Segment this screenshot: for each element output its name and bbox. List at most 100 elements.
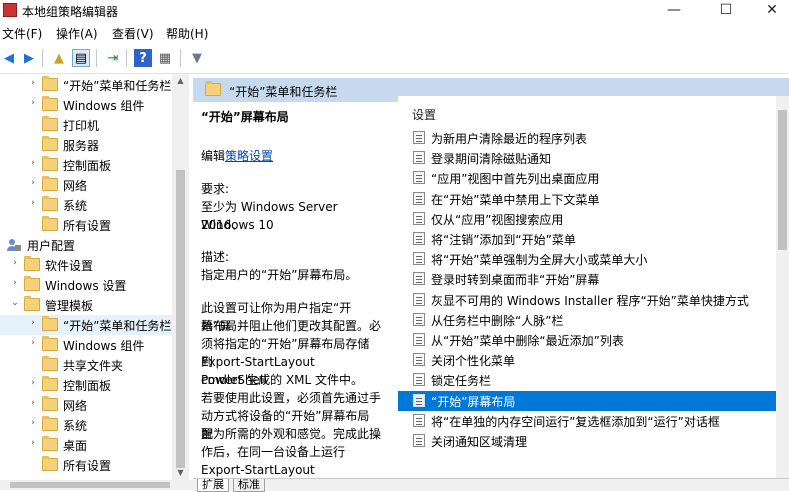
policy-setting-icon bbox=[413, 252, 425, 266]
setting-row[interactable]: 关闭通知区域清理 bbox=[398, 431, 778, 451]
scroll-down-icon[interactable]: ▼ bbox=[172, 468, 189, 477]
chevron-right-icon[interactable]: › bbox=[28, 98, 38, 108]
back-arrow-icon[interactable]: ◀ bbox=[0, 49, 18, 67]
edit-policy-line: 编辑策略设置 bbox=[201, 147, 381, 165]
chevron-right-icon[interactable]: › bbox=[10, 258, 20, 268]
menu-file[interactable]: 文件(F) bbox=[2, 25, 42, 42]
maximize-button[interactable]: ☐ bbox=[703, 0, 749, 22]
chevron-right-icon[interactable]: › bbox=[28, 198, 38, 208]
tree-item[interactable]: › 控制面板 bbox=[0, 155, 172, 175]
tree-item[interactable]: › 桌面 bbox=[0, 435, 172, 455]
setting-label: 为新用户清除最近的程序列表 bbox=[431, 132, 588, 146]
chevron-right-icon[interactable]: › bbox=[28, 158, 38, 168]
setting-label: 从“开始”菜单中删除“最近添加”列表 bbox=[431, 334, 624, 348]
description-summary: 指定用户的“开始”屏幕布局。 bbox=[201, 268, 358, 282]
export-list-icon[interactable]: ⇥ bbox=[104, 49, 122, 67]
tree-horizontal-scrollbar[interactable] bbox=[0, 480, 193, 490]
policy-setting-icon bbox=[413, 292, 425, 306]
tree-item-label: 共享文件夹 bbox=[63, 359, 124, 373]
folder-icon bbox=[42, 116, 58, 131]
settings-scroll-thumb[interactable] bbox=[778, 110, 787, 250]
tree-hscroll-thumb[interactable] bbox=[10, 482, 170, 488]
tree-item-label: 控制面板 bbox=[63, 159, 112, 173]
tree-item[interactable]: › 网络 bbox=[0, 395, 172, 415]
chevron-right-icon[interactable]: › bbox=[28, 178, 38, 188]
tree-item[interactable]: 打印机 bbox=[0, 115, 172, 135]
tree-item[interactable]: › 系统 bbox=[0, 415, 172, 435]
menu-view[interactable]: 查看(V) bbox=[112, 25, 154, 42]
setting-row[interactable]: 为新用户清除最近的程序列表 bbox=[398, 128, 778, 148]
tree-item[interactable]: › 控制面板 bbox=[0, 375, 172, 395]
tree-item[interactable]: › 系统 bbox=[0, 195, 172, 215]
minimize-button[interactable]: — bbox=[651, 0, 697, 22]
folder-icon bbox=[42, 196, 58, 211]
help-icon[interactable]: ? bbox=[134, 49, 152, 67]
setting-row[interactable]: 从“开始”菜单中删除“最近添加”列表 bbox=[398, 330, 778, 350]
setting-row[interactable]: 在“开始”菜单中禁用上下文菜单 bbox=[398, 189, 778, 209]
tab-extended[interactable]: 扩展 bbox=[197, 479, 229, 492]
tree-item[interactable]: › Windows 组件 bbox=[0, 335, 172, 355]
setting-row[interactable]: “开始”屏幕布局 bbox=[398, 390, 778, 411]
policy-setting-icon bbox=[413, 353, 425, 367]
setting-row[interactable]: 将“开始”菜单强制为全屏大小或菜单大小 bbox=[398, 249, 778, 269]
setting-label: “应用”视图中首先列出桌面应用 bbox=[431, 172, 600, 187]
tree-item-label: 控制面板 bbox=[63, 379, 112, 393]
scroll-up-icon[interactable]: ▲ bbox=[172, 76, 189, 85]
tree-item[interactable]: › “开始”菜单和任务栏 bbox=[0, 75, 172, 95]
tree-item[interactable]: 用户配置 bbox=[0, 235, 172, 255]
chevron-right-icon[interactable]: › bbox=[28, 318, 38, 328]
chevron-right-icon[interactable]: › bbox=[28, 338, 38, 348]
tree-item[interactable]: 所有设置 bbox=[0, 215, 172, 235]
tab-standard[interactable]: 标准 bbox=[233, 479, 265, 492]
close-button[interactable]: ✕ bbox=[749, 0, 789, 22]
menu-action[interactable]: 操作(A) bbox=[56, 25, 98, 42]
folder-icon bbox=[42, 176, 58, 191]
chevron-right-icon[interactable]: › bbox=[10, 278, 20, 288]
chevron-right-icon[interactable]: › bbox=[28, 378, 38, 388]
setting-row[interactable]: “应用”视图中首先列出桌面应用 bbox=[398, 168, 778, 188]
setting-row[interactable]: 从任务栏中删除“人脉”栏 bbox=[398, 310, 778, 330]
folder-icon bbox=[42, 216, 58, 231]
setting-row[interactable]: 登录期间清除磁贴通知 bbox=[398, 148, 778, 168]
policy-setting-icon bbox=[413, 191, 425, 205]
setting-row[interactable]: 灰显不可用的 Windows Installer 程序“开始”菜单快捷方式 bbox=[398, 290, 778, 310]
settings-column-header[interactable]: 设置 bbox=[412, 106, 436, 123]
description-label: 描述: bbox=[201, 250, 230, 264]
up-folder-icon[interactable]: ▲ bbox=[50, 49, 68, 67]
tree-item[interactable]: › 软件设置 bbox=[0, 255, 172, 275]
tree-item-label: “开始”菜单和任务栏 bbox=[63, 319, 172, 333]
tree-scroll-thumb[interactable] bbox=[176, 170, 185, 468]
tree-item[interactable]: › 网络 bbox=[0, 175, 172, 195]
menu-help[interactable]: 帮助(H) bbox=[166, 25, 208, 42]
tree-item[interactable]: ⌄ 管理模板 bbox=[0, 295, 172, 315]
edit-policy-link[interactable]: 策略设置 bbox=[225, 149, 273, 163]
properties-icon[interactable]: ▦ bbox=[156, 49, 174, 67]
setting-row[interactable]: 将“注销”添加到“开始”菜单 bbox=[398, 229, 778, 249]
tree-item-label: 打印机 bbox=[63, 119, 100, 133]
tree-item[interactable]: 服务器 bbox=[0, 135, 172, 155]
setting-row[interactable]: 锁定任务栏 bbox=[398, 370, 778, 390]
chevron-down-icon[interactable]: ⌄ bbox=[10, 298, 20, 308]
tree-scrollbar[interactable]: ▲ ▼ bbox=[172, 74, 189, 480]
tree-item[interactable]: › Windows 设置 bbox=[0, 275, 172, 295]
setting-row[interactable]: 关闭个性化菜单 bbox=[398, 350, 778, 370]
show-tree-icon[interactable]: ▤ bbox=[72, 49, 90, 67]
forward-arrow-icon[interactable]: ▶ bbox=[20, 49, 38, 67]
chevron-right-icon[interactable]: › bbox=[28, 418, 38, 428]
chevron-right-icon[interactable]: › bbox=[28, 438, 38, 448]
tree-item[interactable]: › Windows 组件 bbox=[0, 95, 172, 115]
chevron-right-icon[interactable]: › bbox=[28, 398, 38, 408]
setting-label: 登录时转到桌面而非“开始”屏幕 bbox=[431, 273, 600, 288]
chevron-right-icon[interactable]: › bbox=[28, 78, 38, 88]
setting-row[interactable]: 将“在单独的内存空间运行”复选框添加到“运行”对话框 bbox=[398, 411, 778, 431]
description-line: 置为所需的外观和感觉。完成此操 bbox=[201, 427, 382, 441]
tree-item[interactable]: › “开始”菜单和任务栏 bbox=[0, 315, 172, 335]
tree-item[interactable]: 共享文件夹 bbox=[0, 355, 172, 375]
settings-scrollbar[interactable] bbox=[776, 96, 789, 478]
tree-item[interactable]: 所有设置 bbox=[0, 455, 172, 475]
setting-row[interactable]: 登录时转到桌面而非“开始”屏幕 bbox=[398, 269, 778, 289]
filter-icon[interactable]: ▼ bbox=[188, 49, 206, 67]
setting-row[interactable]: 仅从“应用”视图搜索应用 bbox=[398, 209, 778, 229]
requirements-label: 要求: bbox=[201, 182, 230, 196]
setting-label: “开始”屏幕布局 bbox=[431, 394, 516, 409]
